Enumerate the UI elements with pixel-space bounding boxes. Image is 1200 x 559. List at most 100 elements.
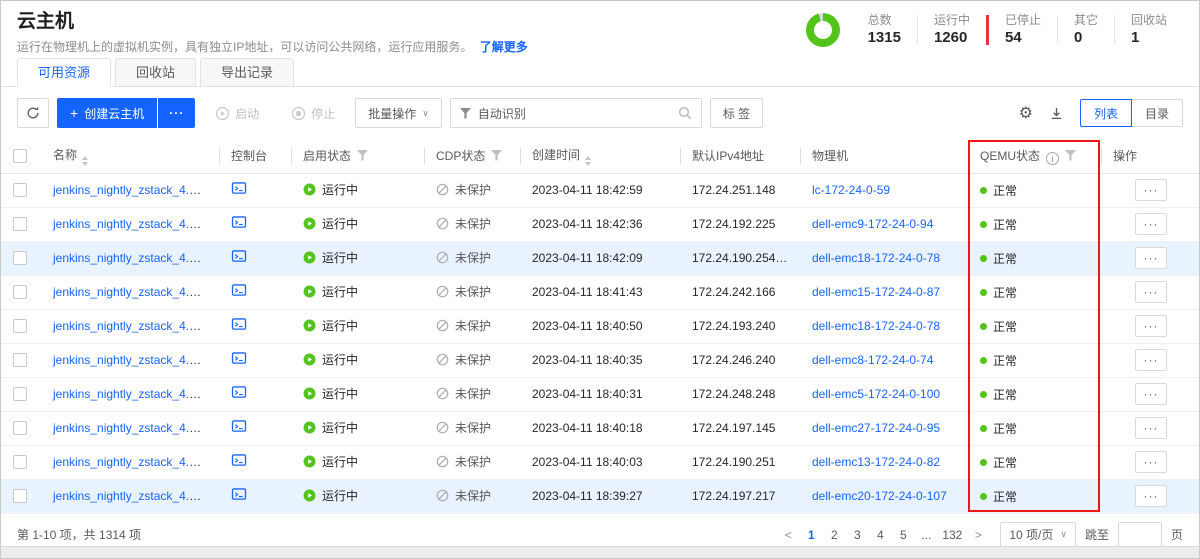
settings-button[interactable]: ⚙ bbox=[1019, 105, 1033, 121]
host-link[interactable]: dell-emc18-172-24-0-78 bbox=[812, 319, 940, 333]
select-all-checkbox[interactable] bbox=[13, 149, 27, 163]
cdp-text: 未保护 bbox=[455, 453, 491, 470]
info-icon[interactable]: i bbox=[1046, 152, 1059, 165]
row-checkbox[interactable] bbox=[13, 455, 27, 469]
console-icon[interactable] bbox=[231, 386, 247, 399]
batch-actions-button[interactable]: 批量操作 ∨ bbox=[355, 98, 442, 128]
tab-available-resources[interactable]: 可用资源 bbox=[17, 58, 111, 87]
row-checkbox[interactable] bbox=[13, 217, 27, 231]
table-row[interactable]: jenkins_nightly_zstack_4.6.21_c79_l... 运… bbox=[1, 479, 1200, 513]
row-actions-button[interactable]: ··· bbox=[1135, 451, 1167, 473]
row-checkbox[interactable] bbox=[13, 421, 27, 435]
view-switcher: 列表 目录 bbox=[1080, 99, 1183, 127]
host-link[interactable]: dell-emc15-172-24-0-87 bbox=[812, 285, 940, 299]
view-list-button[interactable]: 列表 bbox=[1080, 99, 1132, 127]
host-link[interactable]: lc-172-24-0-59 bbox=[812, 183, 890, 197]
next-page-button[interactable]: > bbox=[971, 528, 985, 542]
create-vm-button[interactable]: + 创建云主机 bbox=[57, 98, 157, 128]
row-actions-button[interactable]: ··· bbox=[1135, 417, 1167, 439]
table-row[interactable]: jenkins_nightly_zstack_4.6.21_c79_l... 运… bbox=[1, 411, 1200, 445]
table-row[interactable]: jenkins_nightly_zstack_4.6.21_c79_l... 运… bbox=[1, 173, 1200, 207]
refresh-button[interactable] bbox=[17, 98, 49, 128]
console-icon[interactable] bbox=[231, 352, 247, 365]
row-actions-button[interactable]: ··· bbox=[1135, 349, 1167, 371]
row-checkbox[interactable] bbox=[13, 183, 27, 197]
vm-name-link[interactable]: jenkins_nightly_zstack_4.6.21_c76_l... bbox=[53, 217, 219, 231]
row-actions-button[interactable]: ··· bbox=[1135, 247, 1167, 269]
console-icon[interactable] bbox=[231, 420, 247, 433]
vm-name-link[interactable]: jenkins_nightly_zstack_4.6.21_c79_l... bbox=[53, 285, 219, 299]
page-button-1[interactable]: 1 bbox=[804, 528, 818, 542]
tag-button[interactable]: 标 签 bbox=[710, 98, 763, 128]
host-link[interactable]: dell-emc8-172-24-0-74 bbox=[812, 353, 933, 367]
filter-icon[interactable] bbox=[1065, 150, 1076, 161]
table-row[interactable]: jenkins_nightly_zstack_4.6.21_c79_l... 运… bbox=[1, 309, 1200, 343]
prev-page-button[interactable]: < bbox=[781, 528, 795, 542]
console-icon[interactable] bbox=[231, 250, 247, 263]
page-button-2[interactable]: 2 bbox=[827, 528, 841, 542]
table-row[interactable]: jenkins_nightly_zstack_4.6.21_c76_l... 运… bbox=[1, 207, 1200, 241]
row-checkbox[interactable] bbox=[13, 251, 27, 265]
table-row[interactable]: jenkins_nightly_zstack_4.6.21_c79_l... 运… bbox=[1, 445, 1200, 479]
vm-name-link[interactable]: jenkins_nightly_zstack_4.6.21_c79_l... bbox=[53, 387, 219, 401]
row-actions-button[interactable]: ··· bbox=[1135, 213, 1167, 235]
create-more-button[interactable]: ··· bbox=[158, 98, 195, 128]
unprotected-icon bbox=[436, 217, 449, 230]
export-button[interactable] bbox=[1049, 106, 1064, 121]
host-link[interactable]: dell-emc18-172-24-0-78 bbox=[812, 251, 940, 265]
row-actions-button[interactable]: ··· bbox=[1135, 281, 1167, 303]
vm-name-link[interactable]: jenkins_nightly_zstack_4.6.21_c79_l... bbox=[53, 183, 219, 197]
host-link[interactable]: dell-emc13-172-24-0-82 bbox=[812, 455, 940, 469]
row-checkbox[interactable] bbox=[13, 353, 27, 367]
row-actions-button[interactable]: ··· bbox=[1135, 383, 1167, 405]
vm-name-link[interactable]: jenkins_nightly_zstack_4.6.21_c79_l... bbox=[53, 489, 219, 503]
learn-more-link[interactable]: 了解更多 bbox=[480, 40, 528, 54]
row-checkbox[interactable] bbox=[13, 319, 27, 333]
page-size-select[interactable]: 10 项/页 ∨ bbox=[1000, 522, 1076, 548]
filter-icon[interactable] bbox=[491, 150, 502, 161]
page-button-last[interactable]: 132 bbox=[942, 528, 962, 542]
sort-icon[interactable] bbox=[585, 156, 591, 166]
filter-icon[interactable] bbox=[357, 150, 368, 161]
console-icon[interactable] bbox=[231, 216, 247, 229]
refresh-icon bbox=[26, 106, 40, 120]
console-icon[interactable] bbox=[231, 454, 247, 467]
page-button-5[interactable]: 5 bbox=[896, 528, 910, 542]
table-row[interactable]: jenkins_nightly_zstack_4.6.21_c79_l... 运… bbox=[1, 275, 1200, 309]
row-checkbox[interactable] bbox=[13, 387, 27, 401]
console-icon[interactable] bbox=[231, 318, 247, 331]
vm-name-link[interactable]: jenkins_nightly_zstack_4.6.21_c76_l... bbox=[53, 353, 219, 367]
console-icon[interactable] bbox=[231, 284, 247, 297]
vm-name-link[interactable]: jenkins_nightly_zstack_4.6.21_c79_l... bbox=[53, 319, 219, 333]
page-button-4[interactable]: 4 bbox=[873, 528, 887, 542]
search-filter-mode[interactable]: 自动识别 bbox=[478, 105, 526, 122]
host-link[interactable]: dell-emc20-172-24-0-107 bbox=[812, 489, 947, 503]
vm-name-link[interactable]: jenkins_nightly_zstack_4.6.21_c79_l... bbox=[53, 421, 219, 435]
console-icon[interactable] bbox=[231, 488, 247, 501]
search-box[interactable]: 自动识别 bbox=[450, 98, 702, 128]
table-row[interactable]: jenkins_nightly_zstack_4.6.21_c79_l... 运… bbox=[1, 377, 1200, 411]
search-icon[interactable] bbox=[678, 106, 692, 120]
start-button[interactable]: 启动 bbox=[203, 98, 271, 128]
page-button-3[interactable]: 3 bbox=[850, 528, 864, 542]
host-link[interactable]: dell-emc5-172-24-0-100 bbox=[812, 387, 940, 401]
console-icon[interactable] bbox=[231, 182, 247, 195]
stop-button[interactable]: 停止 bbox=[279, 98, 347, 128]
host-link[interactable]: dell-emc9-172-24-0-94 bbox=[812, 217, 933, 231]
vm-name-link[interactable]: jenkins_nightly_zstack_4.6.21_c79_l... bbox=[53, 251, 219, 265]
row-actions-button[interactable]: ··· bbox=[1135, 315, 1167, 337]
row-checkbox[interactable] bbox=[13, 489, 27, 503]
sort-icon[interactable] bbox=[82, 156, 88, 166]
tab-recycle-bin[interactable]: 回收站 bbox=[115, 58, 196, 87]
page-ellipsis[interactable]: ... bbox=[919, 528, 933, 542]
table-row[interactable]: jenkins_nightly_zstack_4.6.21_c76_l... 运… bbox=[1, 343, 1200, 377]
jump-page-input[interactable] bbox=[1118, 522, 1162, 548]
table-row[interactable]: jenkins_nightly_zstack_4.6.21_c79_l... 运… bbox=[1, 241, 1200, 275]
row-actions-button[interactable]: ··· bbox=[1135, 485, 1167, 507]
tab-export-records[interactable]: 导出记录 bbox=[200, 58, 294, 87]
row-checkbox[interactable] bbox=[13, 285, 27, 299]
view-catalog-button[interactable]: 目录 bbox=[1131, 99, 1183, 127]
host-link[interactable]: dell-emc27-172-24-0-95 bbox=[812, 421, 940, 435]
row-actions-button[interactable]: ··· bbox=[1135, 179, 1167, 201]
vm-name-link[interactable]: jenkins_nightly_zstack_4.6.21_c79_l... bbox=[53, 455, 219, 469]
